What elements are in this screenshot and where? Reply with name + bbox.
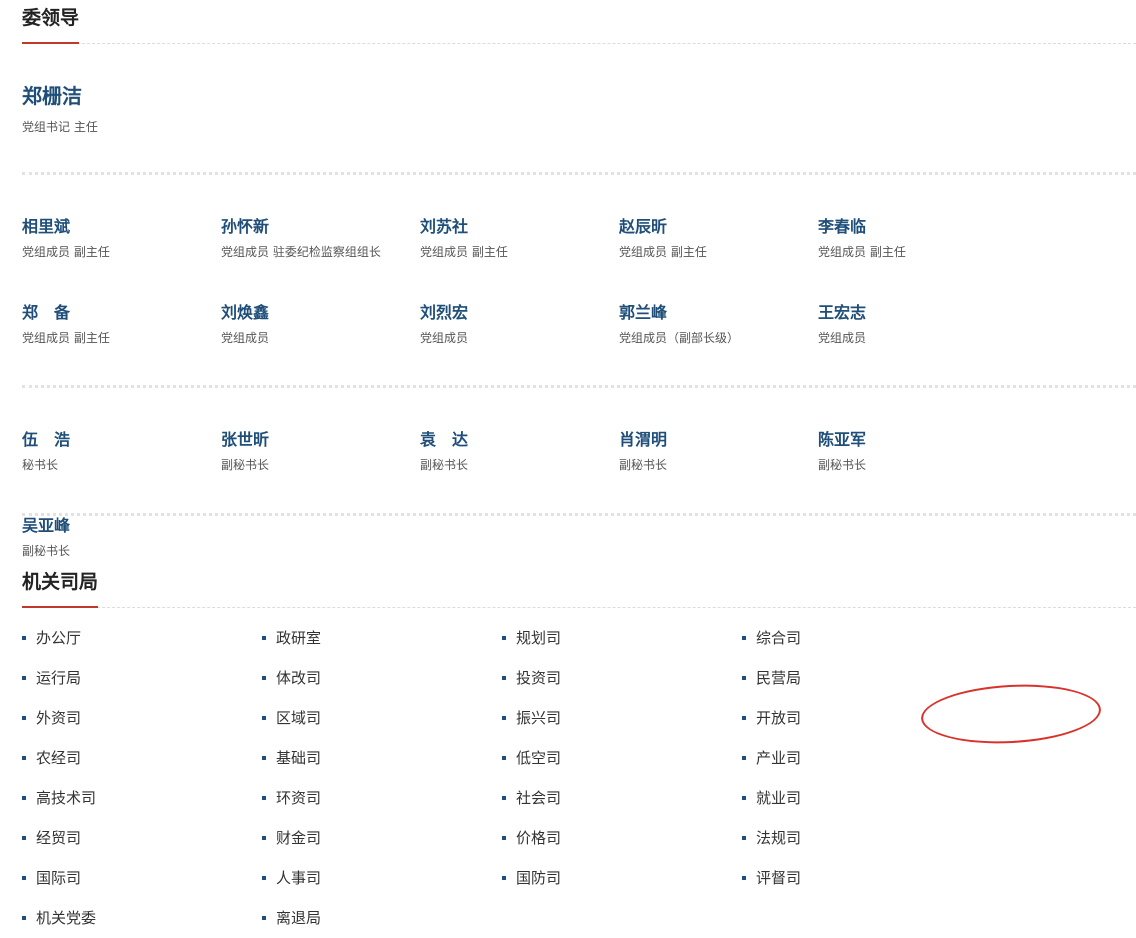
leader-card[interactable]: 李春临党组成员 副主任: [818, 216, 1017, 302]
person-name[interactable]: 孙怀新: [221, 216, 420, 238]
person-name[interactable]: 伍 浩: [22, 429, 221, 451]
department-link[interactable]: 环资司: [262, 778, 502, 818]
person-role: 秘书长: [22, 458, 59, 472]
department-link[interactable]: 就业司: [742, 778, 982, 818]
department-link[interactable]: 产业司: [742, 738, 982, 778]
department-link[interactable]: 办公厅: [22, 618, 262, 658]
department-link[interactable]: 农经司: [22, 738, 262, 778]
person-role: 党组成员: [420, 331, 469, 345]
leader-card[interactable]: 郑 备党组成员 副主任: [22, 302, 221, 388]
leadership-head[interactable]: 郑栅洁 党组书记 主任: [22, 44, 1136, 172]
person-name[interactable]: 肖渭明: [619, 429, 818, 451]
person-name[interactable]: 赵辰昕: [619, 216, 818, 238]
person-role: 党组书记 主任: [22, 120, 98, 134]
department-link[interactable]: 财金司: [262, 818, 502, 858]
leader-card[interactable]: 袁 达副秘书长: [420, 429, 619, 515]
leadership-title-text: 委领导: [22, 0, 80, 44]
person-name[interactable]: 张世昕: [221, 429, 420, 451]
leader-card[interactable]: 刘焕鑫 党组成员: [221, 302, 420, 388]
person-role: 党组成员 副主任: [22, 245, 110, 259]
leadership-members: 相里斌 党组成员 副主任 孙怀新 党组成员 驻委纪检监察组组长 刘苏社 党组成员 副主任赵…: [22, 175, 1136, 385]
person-name[interactable]: 刘苏社: [420, 216, 619, 238]
person-name[interactable]: 刘焕鑫: [221, 302, 420, 324]
person-name[interactable]: 郑 备: [22, 302, 221, 324]
person-name[interactable]: 刘烈宏: [420, 302, 619, 324]
department-link[interactable]: 低空司: [502, 738, 742, 778]
department-link[interactable]: 法规司: [742, 818, 982, 858]
leader-card[interactable]: 刘苏社党组成员 副主任: [420, 216, 619, 302]
department-link[interactable]: 投资司: [502, 658, 742, 698]
department-link[interactable]: 社会司: [502, 778, 742, 818]
person-role: 党组成员 副主任: [420, 245, 508, 259]
department-link[interactable]: 体改司: [262, 658, 502, 698]
department-link[interactable]: 振兴司: [502, 698, 742, 738]
person-role: 党组成员 驻委纪检监察组组长: [221, 245, 381, 259]
departments-title-text: 机关司局: [22, 564, 99, 608]
leader-card[interactable]: 赵辰昕党组成员 副主任: [619, 216, 818, 302]
department-link[interactable]: 外资司: [22, 698, 262, 738]
person-role: 党组成员: [221, 331, 270, 345]
department-link[interactable]: 区域司: [262, 698, 502, 738]
person-role: 党组成员 副主任: [818, 245, 906, 259]
department-link[interactable]: 基础司: [262, 738, 502, 778]
department-link[interactable]: 政研室: [262, 618, 502, 658]
leader-card[interactable]: 王宏志 党组成员: [818, 302, 1017, 388]
person-role: 党组成员: [818, 331, 867, 345]
person-role: 党组成员 副主任: [22, 331, 110, 345]
person-name[interactable]: 袁 达: [420, 429, 619, 451]
leader-card[interactable]: 张世昕 副秘书长: [221, 429, 420, 515]
person-role: 副秘书长: [221, 458, 270, 472]
department-link[interactable]: 国防司: [502, 858, 742, 898]
person-name[interactable]: 王宏志: [818, 302, 1017, 324]
leader-card[interactable]: 肖渭明 副秘书长: [619, 429, 818, 515]
leader-card[interactable]: 孙怀新党组成员 驻委纪检监察组组长: [221, 216, 420, 302]
secretaries-list: 伍 浩秘书长 张世昕 副秘书长袁 达副秘书长 肖渭明 副秘书长 陈亚军 副秘书长 吴亚峰 副秘书…: [22, 388, 1136, 558]
leader-card[interactable]: 刘烈宏 党组成员: [420, 302, 619, 388]
department-link[interactable]: 机关党委: [22, 898, 262, 938]
leader-card[interactable]: 相里斌党组成员 副主任: [22, 216, 221, 302]
person-name[interactable]: 相里斌: [22, 216, 221, 238]
departments-list: 办公厅 政研室 规划司 综合司运行局 体改司 投资司 民营局外资司 区域司 振兴司 开放司农经司基…: [22, 608, 1136, 938]
leader-card[interactable]: 郭兰峰党组成员（副部长级）: [619, 302, 818, 388]
person-role: 副秘书长: [619, 458, 668, 472]
department-link[interactable]: 人事司: [262, 858, 502, 898]
department-link[interactable]: 规划司: [502, 618, 742, 658]
department-link[interactable]: 运行局: [22, 658, 262, 698]
page-content: 委领导 郑栅洁 党组书记 主任 相里斌 党组成员 副主任 孙怀新 党组成员 驻委纪检监…: [22, 0, 1136, 938]
department-link[interactable]: 高技术司: [22, 778, 262, 818]
person-name[interactable]: 李春临: [818, 216, 1017, 238]
department-link[interactable]: 评督司: [742, 858, 982, 898]
department-link[interactable]: 开放司: [742, 698, 982, 738]
department-link[interactable]: 国际司: [22, 858, 262, 898]
person-role: 副秘书长: [420, 458, 469, 472]
person-name[interactable]: 郑栅洁: [22, 82, 1136, 110]
person-name[interactable]: 吴亚峰: [22, 515, 221, 537]
person-name[interactable]: 陈亚军: [818, 429, 1017, 451]
department-link[interactable]: 离退局: [262, 898, 502, 938]
department-link[interactable]: 综合司: [742, 618, 982, 658]
department-link[interactable]: 民营局: [742, 658, 982, 698]
leadership-section-title: 委领导: [22, 0, 1136, 44]
leader-card[interactable]: 陈亚军 副秘书长: [818, 429, 1017, 515]
department-link[interactable]: 经贸司: [22, 818, 262, 858]
departments-section-title: 机关司局: [22, 564, 1136, 608]
leader-card[interactable]: 伍 浩秘书长: [22, 429, 221, 515]
person-role: 副秘书长: [818, 458, 867, 472]
person-role: 副秘书长: [22, 544, 71, 558]
person-role: 党组成员 副主任: [619, 245, 707, 259]
person-role: 党组成员（副部长级）: [619, 331, 740, 345]
department-link[interactable]: 价格司: [502, 818, 742, 858]
person-name[interactable]: 郭兰峰: [619, 302, 818, 324]
